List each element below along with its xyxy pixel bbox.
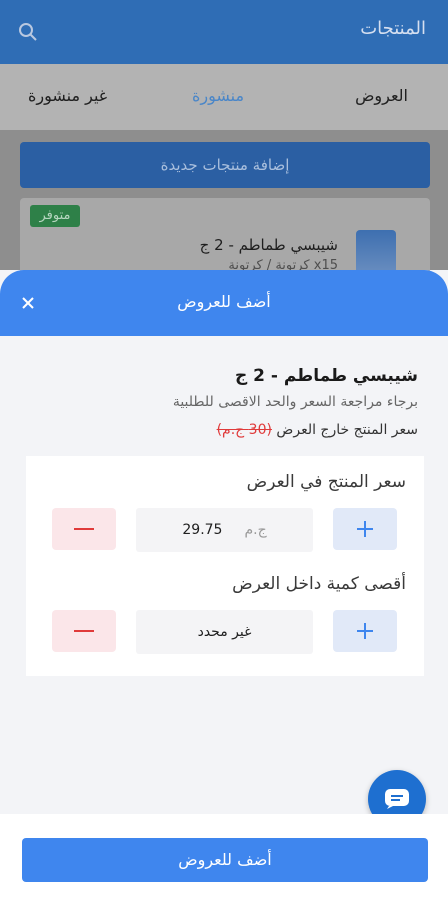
max-quantity-input[interactable]: غير محدد [136,610,313,654]
close-icon[interactable] [16,291,40,315]
price-decrease-button[interactable] [52,508,116,550]
outside-price-label: سعر المنتج خارج العرض [276,422,418,438]
max-quantity-label: أقصى كمية داخل العرض [232,574,406,594]
sheet-title: أضف للعروض [177,292,271,311]
quantity-increase-button[interactable] [333,610,397,652]
plus-icon [357,521,373,537]
minus-icon [74,528,94,530]
offer-price-stepper: ج.م 29.75 [52,508,397,552]
price-increase-button[interactable] [333,508,397,550]
offer-price-value: 29.75 [182,522,223,538]
plus-icon [357,623,373,639]
availability-badge: متوفر [30,205,80,227]
sheet-header: أضف للعروض [0,270,448,336]
product-card-name: شيبسي طماطم - 2 ج [199,236,338,254]
review-hint: برجاء مراجعة السعر والحد الاقصى للطلبية [172,394,418,410]
outside-price-line: سعر المنتج خارج العرض (30 ج.م) [217,422,418,438]
tab-published[interactable]: منشورة [192,86,244,105]
tab-unpublished[interactable]: غير منشورة [28,86,107,105]
add-offer-sheet: أضف للعروض شيبسي طماطم - 2 ج برجاء مراجع… [0,270,448,900]
search-icon[interactable] [18,22,38,42]
offer-product-name: شيبسي طماطم - 2 ج [234,366,418,386]
outside-price-value: (30 ج.م) [216,422,272,438]
sheet-footer: أضف للعروض [0,814,448,900]
add-products-label: إضافة منتجات جديدة [160,156,290,174]
quantity-decrease-button[interactable] [52,610,116,652]
currency-unit: ج.م [244,522,267,538]
max-quantity-stepper: غير محدد [52,610,397,654]
add-products-button[interactable]: إضافة منتجات جديدة [20,142,430,188]
offer-price-label: سعر المنتج في العرض [246,472,406,492]
offer-price-input[interactable]: ج.م 29.75 [136,508,313,552]
page-title: المنتجات [360,18,426,39]
max-quantity-value: غير محدد [197,624,252,640]
top-app-bar: المنتجات [0,0,448,64]
tab-offers[interactable]: العروض [355,86,408,105]
minus-icon [74,630,94,632]
add-to-offers-button[interactable]: أضف للعروض [22,838,428,882]
tabs-bar: العروض منشورة غير منشورة [0,64,448,130]
offer-fields-panel: سعر المنتج في العرض ج.م 29.75 أقصى كمية … [26,456,424,676]
